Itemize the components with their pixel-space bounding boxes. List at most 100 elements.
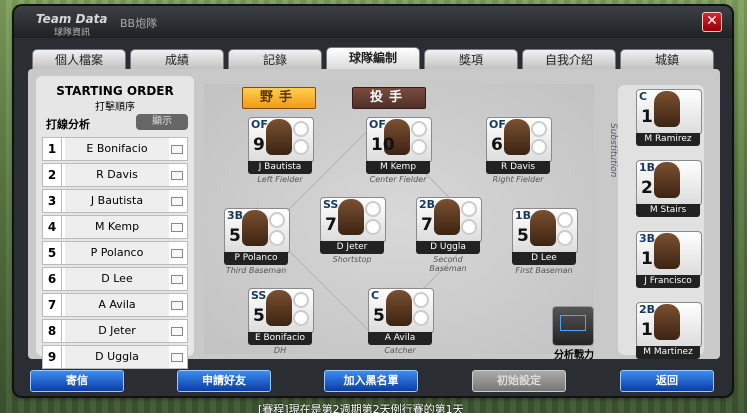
player-portrait [530,210,556,246]
tab-stats[interactable]: 成績 [130,49,224,71]
lineup-analysis-label: 打線分析 [46,118,90,131]
row-option-icon[interactable] [171,145,183,154]
player-card-right-field[interactable]: OF 6 R Davis Right Fielder [486,117,552,184]
tab-profile[interactable]: 個人檔案 [32,49,126,71]
ring-icon [365,219,381,235]
player-portrait [266,119,292,155]
position-label: Catcher [384,346,416,355]
substitute-card[interactable]: 2B 1 M Martinez [636,302,702,360]
ring-icon [413,292,429,308]
substitution-title: Substitution [608,123,618,178]
tab-records[interactable]: 記錄 [228,49,322,71]
player-card-first-base[interactable]: 1B 5 D Lee First Baseman [512,208,578,275]
player-portrait [504,119,530,155]
position-label: Third Baseman [225,266,287,275]
list-item[interactable]: 7A Avila [42,293,188,317]
list-item[interactable]: 3J Bautista [42,189,188,213]
player-name: J Bautista [65,190,169,212]
player-name: A Avila [368,332,432,345]
position-badge: C [371,289,380,302]
player-portrait [266,290,292,326]
send-mail-button[interactable]: 寄信 [30,370,124,392]
player-card-second-base[interactable]: 2B 7 D Uggla Second Baseman [416,197,482,273]
position-badge: OF [369,118,386,131]
friend-request-button[interactable]: 申請好友 [177,370,271,392]
player-number: 1 [641,249,653,269]
player-number: 5 [373,306,385,326]
tab-team-roster[interactable]: 球隊編制 [326,47,420,71]
close-icon[interactable]: ✕ [702,12,722,32]
player-number: 1 [641,320,653,340]
list-item[interactable]: 6D Lee [42,267,188,291]
analyze-strength-icon[interactable] [552,306,594,346]
row-option-icon[interactable] [171,197,183,206]
list-item[interactable]: 5P Polanco [42,241,188,265]
order-number: 7 [43,294,62,316]
position-badge: 2B [419,198,436,211]
position-label: Shortstop [332,255,372,264]
position-label: Left Fielder [257,175,303,184]
player-card-center-field[interactable]: OF 10 M Kemp Center Fielder [366,117,432,184]
player-portrait [654,162,680,198]
player-number: 7 [325,215,337,235]
substitute-card[interactable]: C 1 M Ramirez [636,89,702,147]
ring-icon [293,121,309,137]
ring-icon [531,139,547,155]
player-name: D Jeter [65,320,169,342]
list-item[interactable]: 8D Jeter [42,319,188,343]
player-card-catcher[interactable]: C 5 A Avila Catcher [368,288,434,355]
player-number: 7 [421,215,433,235]
ring-icon [461,201,477,217]
player-card-left-field[interactable]: OF 9 J Bautista Left Fielder [248,117,314,184]
player-portrait [386,290,412,326]
substitute-card[interactable]: 3B 1 J Francisco [636,231,702,289]
player-name: D Jeter [320,241,384,254]
player-name: D Lee [65,268,169,290]
player-number: 6 [491,135,503,155]
tab-fielders[interactable]: 野手 [242,87,316,109]
row-option-icon[interactable] [171,249,183,258]
position-label: Second Baseman [429,255,467,273]
tab-self-intro[interactable]: 自我介紹 [522,49,616,71]
player-portrait [654,304,680,340]
row-option-icon[interactable] [171,301,183,310]
player-name: J Francisco [636,275,700,288]
add-blacklist-button[interactable]: 加入黑名單 [324,370,418,392]
batting-order-list: 1E Bonifacio 2R Davis 3J Bautista 4M Kem… [42,137,188,371]
tab-pitchers[interactable]: 投手 [352,87,426,109]
ring-icon [557,230,573,246]
player-number: 1 [641,107,653,127]
player-card-third-base[interactable]: 3B 5 P Polanco Third Baseman [224,208,290,275]
window-title: Team Data [36,12,108,26]
substitute-card[interactable]: 1B 2 M Stairs [636,160,702,218]
player-name: M Ramirez [636,133,700,146]
ring-icon [365,201,381,217]
player-card-designated-hitter[interactable]: SS 5 E Bonifacio DH [248,288,314,355]
row-option-icon[interactable] [171,353,183,362]
show-analysis-button[interactable]: 顯示 [136,114,188,130]
back-button[interactable]: 返回 [620,370,714,392]
ring-icon [269,230,285,246]
player-card-shortstop[interactable]: SS 7 D Jeter Shortstop [320,197,386,264]
ring-icon [531,121,547,137]
row-option-icon[interactable] [171,327,183,336]
starting-order-title: STARTING ORDER [56,84,174,98]
list-item[interactable]: 2R Davis [42,163,188,187]
list-item[interactable]: 4M Kemp [42,215,188,239]
row-option-icon[interactable] [171,223,183,232]
player-number: 5 [253,306,265,326]
player-number: 5 [229,226,241,246]
player-portrait [654,233,680,269]
ring-icon [269,212,285,228]
tab-town[interactable]: 城鎮 [620,49,714,71]
player-name: M Kemp [65,216,169,238]
row-option-icon[interactable] [171,171,183,180]
position-badge: OF [489,118,506,131]
row-option-icon[interactable] [171,275,183,284]
list-item[interactable]: 1E Bonifacio [42,137,188,161]
ring-icon [293,310,309,326]
player-name: R Davis [65,164,169,186]
player-number: 10 [371,135,395,155]
tab-awards[interactable]: 獎項 [424,49,518,71]
order-number: 1 [43,138,62,160]
